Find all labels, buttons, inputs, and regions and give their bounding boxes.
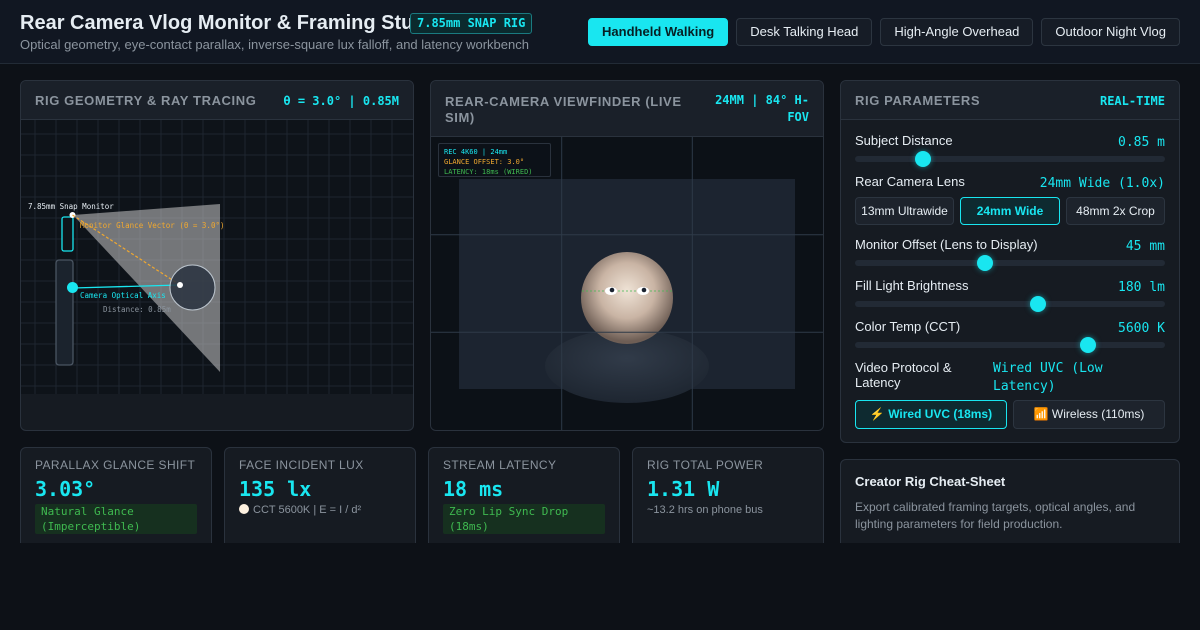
lens-option-48mm[interactable]: 48mm 2x Crop bbox=[1066, 197, 1165, 225]
rig-power-card: Rig Total Power 1.31 W ~13.2 hrs on phon… bbox=[632, 447, 824, 557]
ray-tracing-canvas[interactable]: 7.85mm Snap Monitor Monitor Glance Vecto… bbox=[21, 120, 413, 414]
subject-face bbox=[581, 252, 673, 344]
realtime-badge: REAL-TIME bbox=[1099, 94, 1165, 108]
preset-outdoor-night-vlog[interactable]: Outdoor Night Vlog bbox=[1041, 18, 1180, 46]
color-temp-slider[interactable] bbox=[855, 337, 1165, 353]
monitor-offset-thumb[interactable] bbox=[977, 255, 994, 271]
viewfinder-panel: Rear-Camera Viewfinder (Live Sim) 24MM |… bbox=[430, 80, 824, 431]
fill-light-label: Fill Light Brightness bbox=[855, 278, 969, 293]
preset-handheld-walking[interactable]: Handheld Walking bbox=[588, 18, 729, 46]
subject-distance-label: Subject Distance bbox=[855, 133, 953, 148]
viewfinder-readout: 24MM | 84° H-FOV bbox=[715, 93, 809, 124]
color-temp-thumb[interactable] bbox=[1079, 337, 1096, 353]
rig-geometry-header: Rig Geometry & Ray Tracing θ = 3.0° | 0.… bbox=[21, 81, 413, 120]
cheat-sheet-title: Creator Rig Cheat-Sheet bbox=[855, 474, 1006, 489]
glance-vector-label: Monitor Glance Vector (θ = 3.0°) bbox=[80, 221, 225, 230]
face-lux-formula: CCT 5600K | E = I / d² bbox=[253, 504, 362, 516]
app-header: Rear Camera Vlog Monitor & Framing Studi… bbox=[0, 0, 1200, 64]
viewfinder-title: Rear-Camera Viewfinder (Live Sim) bbox=[445, 94, 682, 125]
rig-geometry-panel: Rig Geometry & Ray Tracing θ = 3.0° | 0.… bbox=[20, 80, 414, 431]
page-subtitle: Optical geometry, eye-contact parallax, … bbox=[20, 37, 529, 52]
rig-power-value: 1.31 W bbox=[647, 477, 720, 501]
rig-geometry-title: Rig Geometry & Ray Tracing bbox=[35, 93, 257, 108]
hud-latency: LATENCY: 18ms (WIRED) bbox=[444, 168, 533, 176]
face-lux-sub: CCT 5600K | E = I / d² bbox=[239, 504, 361, 516]
stream-latency-card: Stream Latency 18 ms Zero Lip Sync Drop … bbox=[428, 447, 620, 557]
protocol-value: Wired UVC (Low Latency) bbox=[993, 361, 1103, 394]
rig-power-runtime: ~13.2 hrs on phone bus bbox=[647, 504, 763, 516]
camera-lens-point[interactable] bbox=[67, 282, 78, 293]
parallax-glance-card: Parallax Glance Shift 3.03° Natural Glan… bbox=[20, 447, 212, 557]
preset-desk-talking-head[interactable]: Desk Talking Head bbox=[736, 18, 873, 46]
protocol-wired-label: Wired UVC (18ms) bbox=[888, 407, 993, 421]
viewfinder-header: Rear-Camera Viewfinder (Live Sim) 24MM |… bbox=[431, 81, 823, 137]
monitor-offset-label: Monitor Offset (Lens to Display) bbox=[855, 237, 1038, 252]
rig-geometry-readout: θ = 3.0° | 0.85M bbox=[283, 94, 399, 108]
fill-light-slider[interactable] bbox=[855, 296, 1165, 312]
preset-tabs: Handheld Walking Desk Talking Head High-… bbox=[588, 18, 1180, 46]
preset-high-angle-overhead[interactable]: High-Angle Overhead bbox=[880, 18, 1034, 46]
left-pupil bbox=[609, 287, 615, 293]
right-pupil bbox=[641, 287, 647, 293]
parallax-glance-label: Parallax Glance Shift bbox=[35, 458, 196, 472]
monitor-label: 7.85mm Snap Monitor bbox=[28, 202, 114, 211]
monitor-offset-slider[interactable] bbox=[855, 255, 1165, 271]
rig-badge: 7.85mm SNAP RIG bbox=[410, 13, 533, 34]
optical-axis-label: Camera Optical Axis bbox=[80, 291, 166, 300]
color-temp-value: 5600 K bbox=[1118, 321, 1165, 336]
rig-parameters-title: Rig Parameters bbox=[855, 93, 981, 108]
protocol-label: Video Protocol & Latency bbox=[855, 360, 952, 390]
viewfinder-canvas[interactable] bbox=[431, 137, 823, 430]
face-lux-label: Face Incident Lux bbox=[239, 458, 364, 472]
stream-latency-value: 18 ms bbox=[443, 477, 504, 501]
face-lux-value: 135 lx bbox=[239, 477, 312, 501]
color-temp-label: Color Temp (CCT) bbox=[855, 319, 961, 334]
lens-option-24mm[interactable]: 24mm Wide bbox=[960, 197, 1060, 225]
lens-value: 24mm Wide (1.0x) bbox=[1039, 176, 1165, 191]
page-bottom-background bbox=[0, 543, 1200, 630]
viewfinder-hud: REC 4K60 | 24mm GLANCE OFFSET: 3.0° LATE… bbox=[438, 143, 551, 177]
monitor-offset-value: 45 mm bbox=[1125, 239, 1165, 254]
rig-power-label: Rig Total Power bbox=[647, 458, 764, 472]
parallax-glance-value: 3.03° bbox=[35, 477, 96, 501]
rig-parameters-panel: Rig Parameters REAL-TIME Subject Distanc… bbox=[840, 80, 1180, 443]
lens-option-13mm[interactable]: 13mm Ultrawide bbox=[855, 197, 954, 225]
subject-distance-value: 0.85 m bbox=[1118, 135, 1165, 150]
distance-label: Distance: 0.85m bbox=[103, 305, 171, 314]
snap-monitor bbox=[61, 216, 74, 252]
protocol-wireless-button[interactable]: 📶 Wireless (110ms) bbox=[1013, 400, 1165, 429]
face-lux-card: Face Incident Lux 135 lx CCT 5600K | E =… bbox=[224, 447, 416, 557]
hud-glance-offset: GLANCE OFFSET: 3.0° bbox=[444, 158, 525, 166]
rig-parameters-header: Rig Parameters REAL-TIME bbox=[841, 81, 1179, 120]
phone-body bbox=[55, 259, 74, 366]
hud-record-status: REC 4K60 | 24mm bbox=[444, 148, 508, 156]
subject-distance-thumb[interactable] bbox=[915, 151, 932, 167]
protocol-wired-button[interactable]: ⚡ Wired UVC (18ms) bbox=[855, 400, 1007, 429]
fill-light-thumb[interactable] bbox=[1029, 296, 1046, 312]
subject-head[interactable] bbox=[169, 264, 216, 311]
page-title: Rear Camera Vlog Monitor & Framing Studi… bbox=[20, 12, 444, 34]
lightning-icon: ⚡ bbox=[869, 407, 885, 421]
fill-light-value: 180 lm bbox=[1118, 280, 1165, 295]
parallax-glance-status: Natural Glance (Imperceptible) bbox=[35, 504, 197, 534]
color-temp-swatch bbox=[239, 504, 249, 514]
stream-latency-status: Zero Lip Sync Drop (18ms) bbox=[443, 504, 605, 534]
protocol-wireless-label: Wireless (110ms) bbox=[1051, 407, 1145, 421]
lens-label: Rear Camera Lens bbox=[855, 174, 965, 189]
subject-distance-slider[interactable] bbox=[855, 151, 1165, 167]
stream-latency-label: Stream Latency bbox=[443, 458, 557, 472]
wifi-signal-icon: 📶 bbox=[1033, 407, 1049, 421]
cheat-sheet-text: Export calibrated framing targets, optic… bbox=[855, 500, 1136, 531]
subject-eye-point bbox=[177, 282, 183, 288]
